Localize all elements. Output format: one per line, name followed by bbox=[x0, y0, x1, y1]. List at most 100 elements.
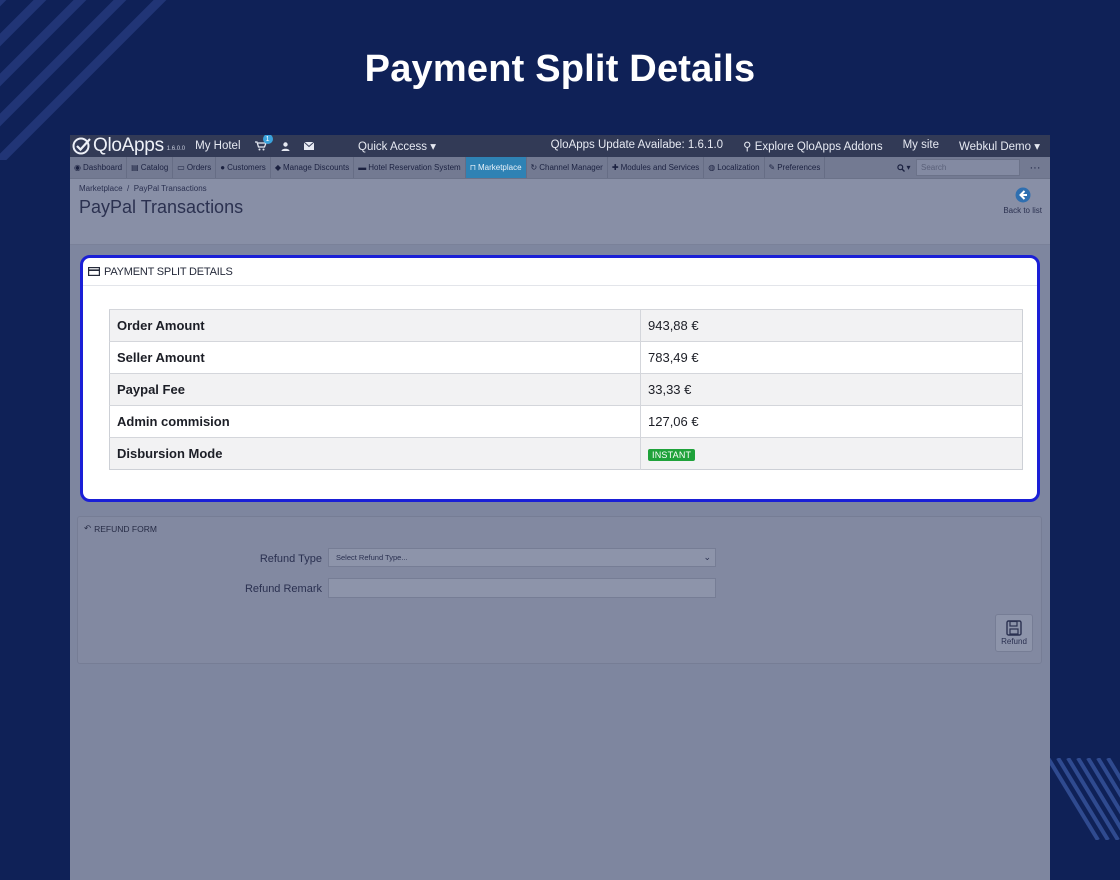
quick-access-label: Quick Access bbox=[358, 141, 428, 153]
nav-label: Dashboard bbox=[82, 163, 123, 172]
refund-type-select[interactable]: Select Refund Type... ⌄ bbox=[328, 548, 716, 567]
row-label: Seller Amount bbox=[109, 341, 641, 374]
dashboard-icon: ◉ bbox=[74, 163, 81, 172]
hotel-link[interactable]: My Hotel bbox=[195, 140, 240, 152]
nav-marketplace[interactable]: ⊓ Marketplace bbox=[465, 157, 527, 178]
refund-type-label: Refund Type bbox=[259, 553, 322, 565]
more-icon[interactable]: ··· bbox=[1020, 162, 1050, 174]
row-value: 33,33 € bbox=[640, 373, 1023, 406]
caret-down-icon: ▾ bbox=[1034, 141, 1040, 153]
refund-remark-label: Refund Remark bbox=[244, 583, 322, 595]
refund-remark-input[interactable] bbox=[328, 578, 716, 598]
envelope-icon bbox=[303, 142, 314, 150]
nav-hotel-reservation[interactable]: ▬ Hotel Reservation System bbox=[354, 157, 466, 178]
nav-channel-manager[interactable]: ↻ Channel Manager bbox=[527, 157, 608, 178]
caret-down-icon: ▾ bbox=[430, 141, 437, 153]
table-row: Paypal Fee 33,33 € bbox=[109, 373, 1023, 406]
nav-orders[interactable]: ▭ Orders bbox=[173, 157, 217, 178]
messages-button[interactable] bbox=[303, 142, 314, 150]
admin-window: QloApps 1.6.0.0 My Hotel 1 Quick Access … bbox=[70, 135, 1050, 880]
refund-form-panel: ↶ REFUND FORM Refund Type Select Refund … bbox=[77, 516, 1042, 664]
search-input[interactable]: Search bbox=[916, 159, 1020, 176]
link-icon: ⚲ bbox=[743, 141, 755, 153]
refund-form-heading: ↶ REFUND FORM bbox=[84, 523, 157, 534]
nav-customers[interactable]: ● Customers bbox=[216, 157, 271, 178]
page-title: PayPal Transactions bbox=[79, 197, 244, 217]
row-label: Disbursion Mode bbox=[109, 437, 641, 470]
row-label: Order Amount bbox=[109, 309, 641, 342]
row-value: 943,88 € bbox=[640, 309, 1023, 342]
user-name: Webkul Demo bbox=[959, 141, 1032, 153]
refund-form-title: REFUND FORM bbox=[94, 523, 157, 534]
logo-version: 1.6.0.0 bbox=[166, 146, 186, 152]
breadcrumb-separator: / bbox=[127, 184, 130, 193]
row-value: 127,06 € bbox=[640, 405, 1023, 438]
customer-button[interactable] bbox=[281, 141, 290, 151]
qloapps-logo-icon bbox=[72, 137, 91, 155]
user-menu[interactable]: Webkul Demo ▾ bbox=[959, 139, 1040, 153]
payment-split-panel: PAYMENT SPLIT DETAILS Order Amount 943,8… bbox=[80, 255, 1040, 502]
panel-heading: PAYMENT SPLIT DETAILS bbox=[83, 258, 1037, 286]
table-row: Seller Amount 783,49 € bbox=[109, 341, 1023, 374]
search-type-button[interactable]: ▾ bbox=[892, 163, 916, 172]
tag-icon: ◆ bbox=[274, 163, 281, 172]
refund-button-label: Refund bbox=[1001, 637, 1027, 646]
arrow-circle-left-icon bbox=[1015, 187, 1031, 203]
breadcrumb: Marketplace / PayPal Transactions bbox=[79, 184, 207, 193]
my-site-link[interactable]: My site bbox=[903, 139, 939, 153]
breadcrumb-paypal-transactions[interactable]: PayPal Transactions bbox=[134, 184, 207, 193]
nav-preferences[interactable]: ✎ Preferences bbox=[765, 157, 826, 178]
nav-modules[interactable]: ✚ Modules and Services bbox=[608, 157, 705, 178]
credit-card-icon bbox=[88, 267, 100, 276]
bed-icon: ▬ bbox=[358, 163, 367, 172]
nav-search: ▾ Search ··· bbox=[892, 157, 1050, 178]
quick-access-menu[interactable]: Quick Access ▾ bbox=[358, 139, 436, 153]
reply-icon: ↶ bbox=[84, 523, 92, 533]
nav-label: Marketplace bbox=[477, 163, 522, 172]
nav-catalog[interactable]: ▤ Catalog bbox=[127, 157, 174, 178]
nav-label: Preferences bbox=[777, 163, 821, 172]
nav-localization[interactable]: ◍ Localization bbox=[704, 157, 765, 178]
nav-dashboard[interactable]: ◉ Dashboard bbox=[70, 157, 128, 178]
refund-type-value: Select Refund Type... bbox=[336, 553, 408, 562]
row-label: Paypal Fee bbox=[109, 373, 641, 406]
wrench-icon: ✎ bbox=[768, 163, 776, 172]
row-label: Admin commision bbox=[109, 405, 641, 438]
nav-manage-discounts[interactable]: ◆ Manage Discounts bbox=[271, 157, 355, 178]
page-header: Marketplace / PayPal Transactions PayPal… bbox=[70, 179, 1050, 245]
puzzle-icon: ✚ bbox=[611, 163, 619, 172]
addons-link[interactable]: ⚲ Explore QloApps Addons bbox=[743, 139, 882, 153]
table-row: Order Amount 943,88 € bbox=[109, 309, 1023, 342]
top-bar-right: QloApps Update Availabe: 1.6.1.0 ⚲ Explo… bbox=[551, 139, 1040, 153]
hero-title: Payment Split Details bbox=[364, 48, 756, 90]
globe-icon: ◍ bbox=[708, 163, 716, 172]
user-icon bbox=[281, 141, 290, 151]
nav-label: Orders bbox=[186, 163, 212, 172]
back-to-list-button[interactable]: Back to list bbox=[1003, 187, 1042, 215]
credit-card-icon: ▭ bbox=[177, 163, 185, 172]
row-value: 783,49 € bbox=[640, 341, 1023, 374]
decorative-stripes-bottom-right bbox=[1048, 758, 1120, 840]
update-notice[interactable]: QloApps Update Availabe: 1.6.1.0 bbox=[551, 139, 723, 153]
row-value: INSTANT bbox=[640, 437, 1023, 470]
search-icon bbox=[897, 163, 906, 172]
nav-label: Localization bbox=[717, 163, 760, 172]
nav-label: Catalog bbox=[140, 163, 169, 172]
cart-icon: ⊓ bbox=[469, 163, 476, 172]
chevron-down-icon: ⌄ bbox=[703, 552, 711, 562]
users-icon: ● bbox=[220, 163, 226, 172]
table-row: Admin commision 127,06 € bbox=[109, 405, 1023, 438]
addons-label: Explore QloApps Addons bbox=[754, 141, 883, 153]
panel-title: PAYMENT SPLIT DETAILS bbox=[104, 265, 233, 278]
refresh-icon: ↻ bbox=[530, 163, 538, 172]
split-details-table: Order Amount 943,88 € Seller Amount 783,… bbox=[109, 309, 1023, 470]
refund-button[interactable]: Refund bbox=[995, 614, 1033, 652]
cart-button[interactable]: 1 bbox=[254, 135, 273, 151]
breadcrumb-marketplace[interactable]: Marketplace bbox=[79, 184, 123, 193]
nav-label: Customers bbox=[227, 163, 266, 172]
disbursion-mode-badge: INSTANT bbox=[648, 449, 696, 461]
main-navbar: ◉ Dashboard ▤ Catalog ▭ Orders ● Customers ◆… bbox=[70, 157, 1050, 179]
cart-badge: 1 bbox=[262, 135, 273, 144]
back-to-list-label: Back to list bbox=[1003, 206, 1042, 215]
qloapps-logo[interactable]: QloApps 1.6.0.0 bbox=[72, 135, 185, 157]
